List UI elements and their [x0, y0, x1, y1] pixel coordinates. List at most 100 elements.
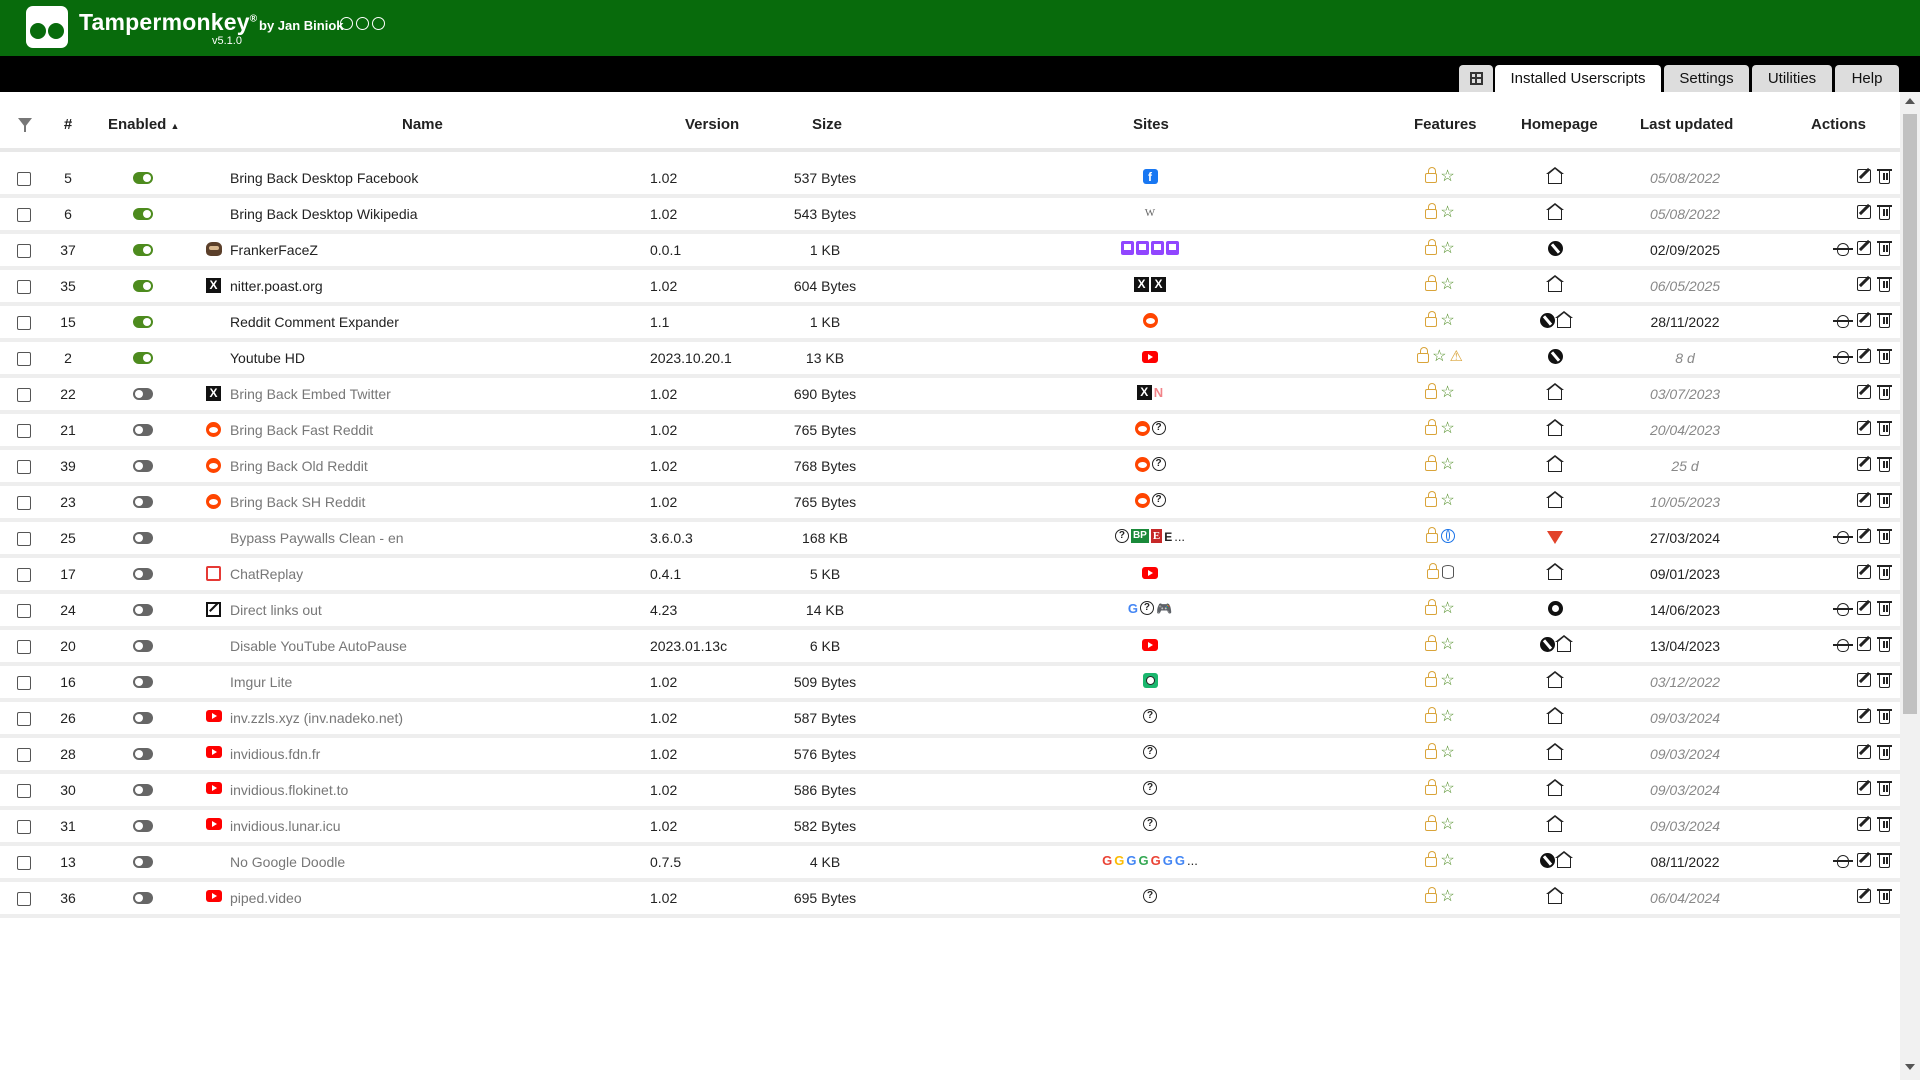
report-bug-icon[interactable]	[1833, 531, 1853, 544]
enabled-toggle[interactable]	[133, 352, 153, 364]
edit-icon[interactable]	[1857, 529, 1871, 543]
last-updated[interactable]: 27/03/2024	[1620, 530, 1750, 546]
script-name-link[interactable]: Bring Back Desktop Facebook	[230, 170, 418, 186]
row-select-checkbox[interactable]	[17, 496, 31, 510]
delete-icon[interactable]	[1877, 637, 1892, 652]
script-name-link[interactable]: Bring Back Fast Reddit	[230, 422, 373, 438]
script-name-link[interactable]: piped.video	[230, 890, 302, 906]
enabled-toggle[interactable]	[133, 748, 153, 760]
script-name-link[interactable]: ChatReplay	[230, 566, 303, 582]
support-icon[interactable]	[1539, 313, 1555, 328]
script-name-link[interactable]: Bring Back Old Reddit	[230, 458, 368, 474]
scrollbar[interactable]	[1900, 92, 1920, 1080]
edit-icon[interactable]	[1857, 565, 1871, 579]
enabled-toggle[interactable]	[133, 568, 153, 580]
scroll-thumb[interactable]	[1903, 114, 1917, 714]
row-select-checkbox[interactable]	[17, 856, 31, 870]
last-updated[interactable]: 08/11/2022	[1620, 854, 1750, 870]
row-select-checkbox[interactable]	[17, 784, 31, 798]
table-row[interactable]: 28 invidious.fdn.fr 1.02 576 Bytes? ☆ 09/03/2…	[0, 734, 1900, 774]
last-updated[interactable]: 02/09/2025	[1620, 242, 1750, 258]
last-updated[interactable]: 05/08/2022	[1620, 170, 1750, 186]
delete-icon[interactable]	[1877, 781, 1892, 796]
row-select-checkbox[interactable]	[17, 892, 31, 906]
last-updated[interactable]: 03/07/2023	[1620, 386, 1750, 402]
support-icon[interactable]	[1547, 241, 1563, 256]
last-updated[interactable]: 14/06/2023	[1620, 602, 1750, 618]
row-select-checkbox[interactable]	[17, 388, 31, 402]
support-icon[interactable]	[1539, 853, 1555, 868]
enabled-toggle[interactable]	[133, 784, 153, 796]
edit-icon[interactable]	[1857, 781, 1871, 795]
row-select-checkbox[interactable]	[17, 280, 31, 294]
report-bug-icon[interactable]	[1833, 639, 1853, 652]
table-row[interactable]: 5 Bring Back Desktop Facebook 1.02 537 Byte…	[0, 158, 1900, 198]
github-icon[interactable]	[1547, 601, 1563, 616]
row-select-checkbox[interactable]	[17, 568, 31, 582]
report-bug-icon[interactable]	[1833, 243, 1853, 256]
table-row[interactable]: 37 FrankerFaceZ 0.0.1 1 KB ☆ 02/09/2025	[0, 230, 1900, 270]
col-name[interactable]: Name	[402, 116, 443, 133]
last-updated[interactable]: 13/04/2023	[1620, 638, 1750, 654]
tab-help[interactable]: Help	[1835, 65, 1899, 92]
delete-icon[interactable]	[1877, 745, 1892, 760]
enabled-toggle[interactable]	[133, 244, 153, 256]
gitlab-icon[interactable]	[1547, 531, 1563, 544]
homepage-icon[interactable]	[1546, 275, 1564, 292]
report-bug-icon[interactable]	[1833, 603, 1853, 616]
edit-icon[interactable]	[1857, 889, 1871, 903]
row-select-checkbox[interactable]	[17, 532, 31, 546]
table-row[interactable]: 17 ChatReplay 0.4.1 5 KB 09/01/2023	[0, 554, 1900, 594]
tab-settings[interactable]: Settings	[1664, 65, 1749, 92]
delete-icon[interactable]	[1877, 601, 1892, 616]
delete-icon[interactable]	[1877, 709, 1892, 724]
edit-icon[interactable]	[1857, 169, 1871, 183]
delete-icon[interactable]	[1877, 205, 1892, 220]
homepage-icon[interactable]	[1546, 887, 1564, 904]
enabled-toggle[interactable]	[133, 712, 153, 724]
table-row[interactable]: 35 Xnitter.poast.org 1.02 604 Bytes X X ☆ 06/05…	[0, 266, 1900, 306]
row-select-checkbox[interactable]	[17, 316, 31, 330]
edit-icon[interactable]	[1857, 817, 1871, 831]
row-select-checkbox[interactable]	[17, 208, 31, 222]
edit-icon[interactable]	[1857, 277, 1871, 291]
script-name-link[interactable]: Bypass Paywalls Clean - en	[230, 530, 404, 546]
last-updated[interactable]: 03/12/2022	[1620, 674, 1750, 690]
report-bug-icon[interactable]	[1833, 315, 1853, 328]
github-icon[interactable]	[340, 17, 353, 30]
delete-icon[interactable]	[1877, 169, 1892, 184]
delete-icon[interactable]	[1877, 241, 1892, 256]
report-bug-icon[interactable]	[1833, 351, 1853, 364]
enabled-toggle[interactable]	[133, 388, 153, 400]
edit-icon[interactable]	[1857, 241, 1871, 255]
script-name-link[interactable]: FrankerFaceZ	[230, 242, 318, 258]
script-name-link[interactable]: Bring Back SH Reddit	[230, 494, 365, 510]
enabled-toggle[interactable]	[133, 604, 153, 616]
last-updated[interactable]: 8 d	[1620, 350, 1750, 366]
delete-icon[interactable]	[1877, 277, 1892, 292]
enabled-toggle[interactable]	[133, 676, 153, 688]
tab-new-script[interactable]	[1459, 65, 1493, 92]
enabled-toggle[interactable]	[133, 856, 153, 868]
enabled-toggle[interactable]	[133, 424, 153, 436]
row-select-checkbox[interactable]	[17, 424, 31, 438]
tab-installed-userscripts[interactable]: Installed Userscripts	[1495, 65, 1661, 92]
delete-icon[interactable]	[1877, 385, 1892, 400]
support-icon[interactable]	[1539, 637, 1555, 652]
table-row[interactable]: 6 Bring Back Desktop Wikipedia 1.02 543 Byt…	[0, 194, 1900, 234]
edit-icon[interactable]	[1857, 709, 1871, 723]
edit-icon[interactable]	[1857, 313, 1871, 327]
script-name-link[interactable]: Bring Back Embed Twitter	[230, 386, 391, 402]
edit-icon[interactable]	[1857, 637, 1871, 651]
row-select-checkbox[interactable]	[17, 712, 31, 726]
table-row[interactable]: 20 Disable YouTube AutoPause 2023.01.13c 6 …	[0, 626, 1900, 666]
homepage-icon[interactable]	[1546, 671, 1564, 688]
row-select-checkbox[interactable]	[17, 748, 31, 762]
last-updated[interactable]: 09/03/2024	[1620, 818, 1750, 834]
table-row[interactable]: 21 Bring Back Fast Reddit 1.02 765 Bytes? ☆ 2…	[0, 410, 1900, 450]
last-updated[interactable]: 28/11/2022	[1620, 314, 1750, 330]
table-row[interactable]: 15 Reddit Comment Expander 1.1 1 KB ☆ 28/11/2…	[0, 302, 1900, 342]
table-row[interactable]: 24 Direct links out 4.23 14 KB G? 🎮 ☆ 14/06/202…	[0, 590, 1900, 630]
last-updated[interactable]: 06/05/2025	[1620, 278, 1750, 294]
col-version[interactable]: Version	[685, 116, 739, 133]
